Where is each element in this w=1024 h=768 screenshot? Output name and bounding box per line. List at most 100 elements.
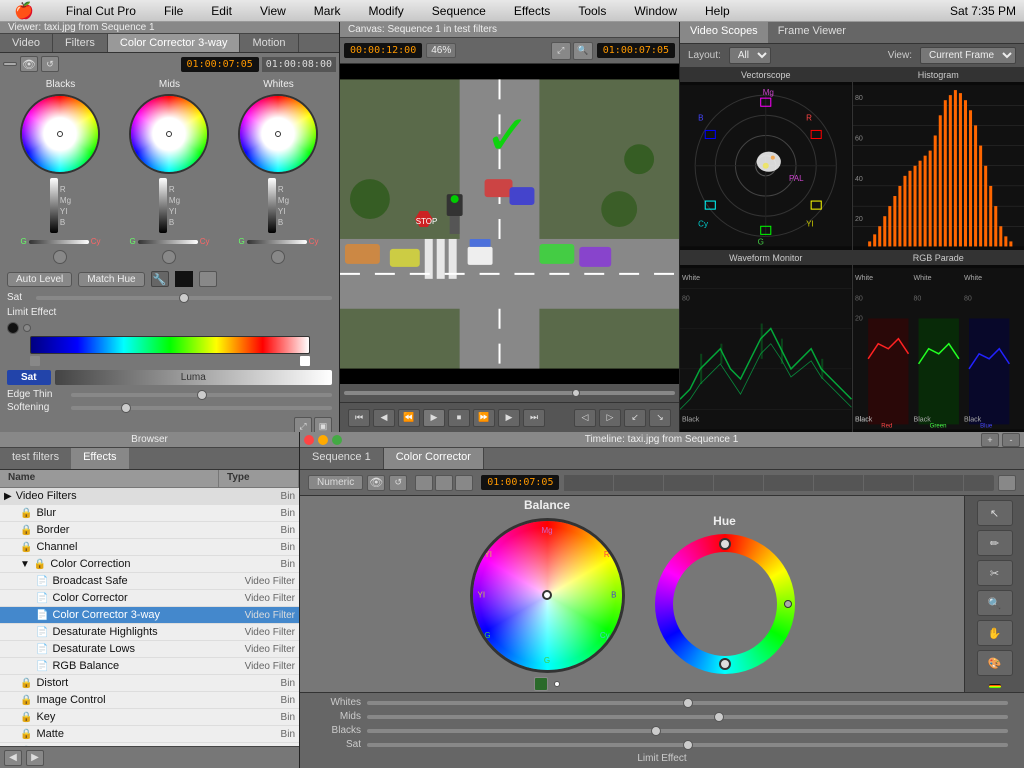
eyedropper-icon[interactable]: 🔧: [151, 271, 169, 287]
cc-timeline-scroll-btn[interactable]: [998, 475, 1016, 491]
play-btn[interactable]: ▶: [423, 409, 445, 427]
next-frame-btn[interactable]: ▶: [498, 409, 520, 427]
softening-slider[interactable]: [71, 406, 332, 410]
tool-trim-btn[interactable]: ✂: [977, 560, 1013, 586]
view-select[interactable]: Current Frame: [920, 47, 1016, 64]
tool-select-btn[interactable]: ↖: [977, 500, 1013, 526]
menu-view[interactable]: View: [254, 2, 292, 20]
list-item-rgb-balance[interactable]: 📄 RGB Balance Video Filter: [0, 658, 299, 675]
tab-video[interactable]: Video: [0, 34, 53, 52]
apple-menu[interactable]: 🍎: [8, 0, 40, 23]
menu-file[interactable]: File: [158, 2, 189, 20]
tab-color-corrector-bottom[interactable]: Color Corrector: [384, 448, 484, 469]
layout-select[interactable]: All: [729, 47, 771, 64]
mids-h-slider[interactable]: [138, 240, 198, 244]
menu-fcp[interactable]: Final Cut Pro: [60, 2, 142, 20]
gradient-handle-right[interactable]: [300, 356, 310, 366]
whites-reset-btn[interactable]: [271, 250, 285, 264]
menu-sequence[interactable]: Sequence: [426, 2, 492, 20]
mids-v-slider[interactable]: [159, 178, 167, 233]
list-item-color-corrector-3way[interactable]: 📄 Color Corrector 3-way Video Filter: [0, 607, 299, 624]
insert-btn[interactable]: ↙: [624, 409, 646, 427]
blacks-wheel[interactable]: [20, 94, 100, 174]
whites-wheel[interactable]: [238, 94, 318, 174]
gradient-left-btn[interactable]: [7, 322, 19, 334]
menu-mark[interactable]: Mark: [308, 2, 347, 20]
canvas-zoom-btn[interactable]: 🔍: [573, 42, 593, 60]
gradient-handle-left[interactable]: [30, 356, 40, 366]
prev-frame-btn[interactable]: ◀: [373, 409, 395, 427]
blacks-reset-btn[interactable]: [53, 250, 67, 264]
cc-nav-prev[interactable]: [415, 475, 433, 491]
menu-help[interactable]: Help: [699, 2, 736, 20]
list-item-blur[interactable]: 🔒 Blur Bin: [0, 505, 299, 522]
timeline-zoom-out-btn[interactable]: -: [1002, 433, 1020, 447]
sat-bottom-slider[interactable]: [367, 743, 1008, 747]
browser-back-btn[interactable]: ◀: [4, 750, 22, 766]
cc-bottom-reset-btn[interactable]: ↺: [389, 475, 407, 491]
list-item-video-filters[interactable]: ▶ Video Filters Bin: [0, 488, 299, 505]
cc-bottom-numeric-btn[interactable]: Numeric: [308, 475, 363, 490]
list-item-desaturate-lows[interactable]: 📄 Desaturate Lows Video Filter: [0, 641, 299, 658]
browser-fwd-btn[interactable]: ▶: [26, 750, 44, 766]
cc-eye-btn[interactable]: 👁: [20, 56, 38, 72]
blacks-v-slider[interactable]: [50, 178, 58, 233]
cc-numeric-btn[interactable]: [3, 62, 17, 66]
tab-effects[interactable]: Effects: [71, 448, 128, 469]
list-item-matte[interactable]: 🔒 Matte Bin: [0, 726, 299, 743]
sat-slider[interactable]: [36, 296, 332, 300]
cc-bottom-eye-btn[interactable]: 👁: [367, 475, 385, 491]
mids-wheel[interactable]: [129, 94, 209, 174]
mark-out-btn[interactable]: ▷: [599, 409, 621, 427]
blacks-h-slider[interactable]: [29, 240, 89, 244]
mids-slider[interactable]: [367, 715, 1008, 719]
tool-hand-btn[interactable]: ✋: [977, 620, 1013, 646]
hue-wheel[interactable]: [655, 534, 795, 674]
gradient-right-btn[interactable]: [23, 324, 31, 332]
list-item-color-corrector[interactable]: 📄 Color Corrector Video Filter: [0, 590, 299, 607]
tab-sequence1[interactable]: Sequence 1: [300, 448, 384, 469]
hue-handle[interactable]: [719, 538, 731, 550]
menu-edit[interactable]: Edit: [205, 2, 238, 20]
list-item-desaturate-highlights[interactable]: 📄 Desaturate Highlights Video Filter: [0, 624, 299, 641]
edge-thin-slider[interactable]: [71, 393, 332, 397]
match-hue-btn[interactable]: Match Hue: [78, 272, 144, 287]
whites-h-slider[interactable]: [247, 240, 307, 244]
hue-handle-bottom[interactable]: [719, 658, 731, 670]
list-item-channel[interactable]: 🔒 Channel Bin: [0, 539, 299, 556]
canvas-fit-btn[interactable]: ⤢: [551, 42, 571, 60]
tab-video-scopes[interactable]: Video Scopes: [680, 22, 768, 43]
canvas-playhead[interactable]: [572, 389, 580, 397]
auto-level-btn[interactable]: Auto Level: [7, 272, 72, 287]
menu-modify[interactable]: Modify: [362, 2, 409, 20]
hue-handle-right[interactable]: [784, 600, 792, 608]
tool-zoom-btn[interactable]: 🔍: [977, 590, 1013, 616]
cc-reset-btn[interactable]: ↺: [41, 56, 59, 72]
tab-test-filters[interactable]: test filters: [0, 448, 71, 469]
mark-in-btn[interactable]: ◁: [574, 409, 596, 427]
list-item-key[interactable]: 🔒 Key Bin: [0, 709, 299, 726]
menu-tools[interactable]: Tools: [572, 2, 612, 20]
tool-color-btn[interactable]: 🎨: [977, 650, 1013, 676]
goto-start-btn[interactable]: ⏮: [348, 409, 370, 427]
stop-btn[interactable]: ⏹: [448, 409, 470, 427]
tab-filters[interactable]: Filters: [53, 34, 108, 52]
maximize-btn[interactable]: [332, 435, 342, 445]
list-item-color-correction[interactable]: ▼ 🔒 Color Correction Bin: [0, 556, 299, 573]
whites-slider[interactable]: [367, 701, 1008, 705]
menu-effects[interactable]: Effects: [508, 2, 556, 20]
ffwd-btn[interactable]: ⏩: [473, 409, 495, 427]
cc-nav-pointer[interactable]: [435, 475, 453, 491]
cc-nav-next[interactable]: [455, 475, 473, 491]
canvas-scrubber[interactable]: [344, 391, 675, 395]
list-item-border[interactable]: 🔒 Border Bin: [0, 522, 299, 539]
list-item-image-control[interactable]: 🔒 Image Control Bin: [0, 692, 299, 709]
canvas-zoom-select[interactable]: 46%: [426, 43, 456, 58]
blacks-slider[interactable]: [367, 729, 1008, 733]
tab-frame-viewer[interactable]: Frame Viewer: [768, 22, 856, 43]
whites-v-slider[interactable]: [268, 178, 276, 233]
menu-window[interactable]: Window: [628, 2, 683, 20]
timeline-zoom-in-btn[interactable]: +: [981, 433, 999, 447]
tab-color-corrector-3way[interactable]: Color Corrector 3-way: [108, 34, 241, 52]
list-item-distort[interactable]: 🔒 Distort Bin: [0, 675, 299, 692]
